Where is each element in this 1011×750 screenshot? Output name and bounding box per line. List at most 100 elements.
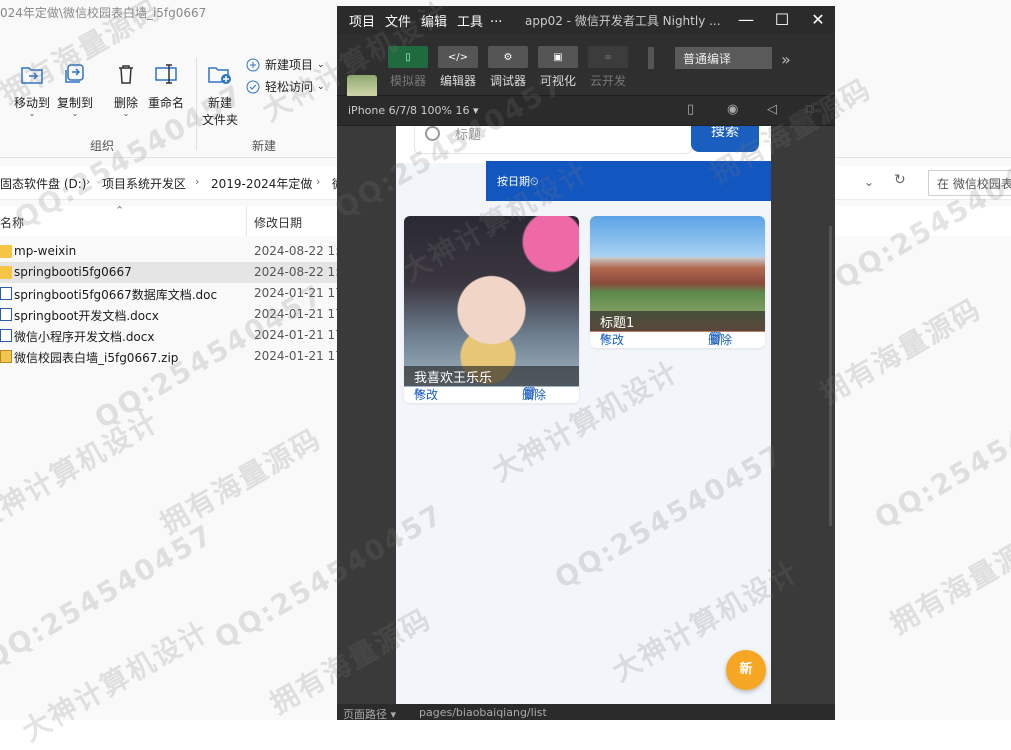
visual-label: 可视化	[539, 74, 576, 88]
rename-icon	[152, 60, 180, 88]
refresh-icon[interactable]: ↻	[894, 172, 906, 188]
simulator-screen: 标题 搜索 按日期⏲ 我喜欢王乐乐 ✎ 修改 🗑 删除 标题1 ✎ 修改 🗑 删…	[396, 126, 771, 704]
ribbon-divider	[196, 58, 197, 150]
file-name: springbooti5fg0667数据库文档.doc	[14, 288, 218, 302]
simulator-margin-left	[337, 126, 396, 704]
devtools-menubar: 项目 文件 编辑 工具 ... app02 - 微信开发者工具 Nightly …	[337, 6, 835, 34]
new-folder-button[interactable]: 新建 文件夹	[202, 60, 238, 128]
zip-archive-icon	[0, 350, 12, 363]
rename-button[interactable]: 重命名	[148, 60, 184, 111]
code-icon: </>	[438, 46, 478, 68]
editor-label: 编辑器	[439, 74, 476, 88]
file-date: 2024-01-21 17	[254, 349, 343, 363]
menu-project[interactable]: 项目	[349, 11, 375, 30]
file-row[interactable]: springbooti5fg0667 2024-08-22 1:	[0, 262, 340, 283]
search-button[interactable]: 搜索	[691, 126, 759, 152]
file-row[interactable]: 微信校园表白墙_i5fg0667.zip 2024-01-21 17	[0, 346, 343, 367]
rename-label: 重命名	[148, 96, 185, 110]
close-icon[interactable]: ✕	[807, 10, 829, 30]
chevron-down-icon: ⌄	[71, 109, 79, 118]
post-card[interactable]: 标题1 ✎ 修改 🗑 删除	[590, 216, 765, 348]
file-date: 2024-01-21 17	[254, 286, 343, 300]
folder-icon	[0, 266, 12, 279]
file-row[interactable]: springboot开发文档.docx 2024-01-21 17	[0, 304, 343, 325]
wechat-devtools-window: 项目 文件 编辑 工具 ... app02 - 微信开发者工具 Nightly …	[337, 6, 835, 721]
new-post-button[interactable]: 新	[726, 650, 766, 690]
chevron-down-icon: ⌄	[317, 59, 325, 70]
window-icon[interactable]: ⧉	[805, 102, 814, 117]
breadcrumb-projects[interactable]: 项目系统开发区	[102, 175, 186, 192]
menu-file[interactable]: 文件	[385, 11, 411, 30]
file-name: 微信校园表白墙_i5fg0667.zip	[14, 351, 179, 365]
sort-up-icon: ⌃	[115, 204, 125, 217]
folder-icon	[0, 245, 12, 258]
column-divider	[246, 206, 247, 236]
visual-button[interactable]: ▣ 可视化	[538, 46, 578, 89]
menu-more[interactable]: ...	[490, 11, 502, 26]
devtools-statusbar: 页面路径 ▾ pages/biaobaiqiang/list	[337, 704, 835, 721]
simulator-button[interactable]: ▯ 模拟器	[388, 46, 428, 89]
move-to-button[interactable]: 移动到 ⌄	[14, 60, 50, 118]
word-doc-icon	[0, 287, 12, 300]
post-card[interactable]: 我喜欢王乐乐 ✎ 修改 🗑 删除	[404, 216, 579, 403]
sort-by-date-button[interactable]: 按日期⏲	[486, 161, 771, 201]
column-name[interactable]: 名称	[0, 214, 24, 231]
file-date: 2024-08-22 1:	[254, 265, 340, 279]
new-item-button[interactable]: 新建项目 ⌄	[245, 56, 325, 73]
breadcrumb-drive[interactable]: 固态软件盘 (D:)	[0, 175, 86, 192]
explorer-title: 024年定做\微信校园表白墙_i5fg0667	[0, 6, 207, 20]
editor-button[interactable]: </> 编辑器	[438, 46, 478, 89]
group-label-organize: 组织	[90, 139, 115, 153]
copy-to-button[interactable]: 复制到 ⌄	[57, 60, 93, 118]
chevron-down-icon: ⌄	[317, 81, 325, 92]
title-search-input[interactable]: 标题	[414, 126, 692, 154]
chevron-down-icon: ⌄	[122, 109, 130, 118]
file-row[interactable]: mp-weixin 2024-08-22 1:	[0, 241, 340, 262]
post-title: 标题1	[590, 311, 765, 331]
breadcrumb-custom[interactable]: 2019-2024年定做	[211, 175, 312, 192]
sort-label: 按日期⏲	[497, 175, 539, 188]
column-date[interactable]: 修改日期	[254, 214, 302, 231]
post-image[interactable]	[404, 216, 579, 387]
search-placeholder: 标题	[455, 128, 482, 143]
simulator-icon: ▯	[388, 46, 428, 68]
menu-tools[interactable]: 工具	[457, 11, 483, 30]
compile-mode-select[interactable]: 普通编译	[675, 47, 772, 69]
simulator-margin-right	[771, 126, 835, 704]
file-row[interactable]: 微信小程序开发文档.docx 2024-01-21 17	[0, 325, 343, 346]
record-icon[interactable]: ◉	[727, 102, 738, 117]
file-date: 2024-01-21 17	[254, 328, 343, 342]
phone-icon[interactable]: ▯	[687, 102, 694, 117]
plus-circle-icon	[245, 57, 261, 73]
new-folder-label-2: 文件夹	[202, 113, 239, 127]
explorer-search-input[interactable]: 在 微信校园表	[928, 170, 1011, 196]
page-path: pages/biaobaiqiang/list	[419, 706, 547, 719]
scrollbar[interactable]	[829, 226, 832, 526]
debug-icon: ⚙	[488, 46, 528, 68]
search-row: 标题 搜索	[396, 126, 771, 163]
maximize-icon[interactable]: ☐	[771, 10, 793, 30]
easy-access-button[interactable]: 轻松访问 ⌄	[245, 78, 325, 95]
cloud-icon: ∞	[588, 46, 628, 68]
post-title: 我喜欢王乐乐	[404, 366, 579, 386]
minimize-icon[interactable]: —	[735, 10, 757, 30]
edit-label: 修改	[414, 388, 439, 402]
delete-label: 删除	[522, 388, 547, 402]
word-doc-icon	[0, 308, 12, 321]
word-doc-icon	[0, 329, 12, 342]
debugger-button[interactable]: ⚙ 调试器	[488, 46, 528, 89]
menu-edit[interactable]: 编辑	[421, 11, 447, 30]
simulator-label: 模拟器	[389, 74, 426, 88]
file-name: 微信小程序开发文档.docx	[14, 330, 155, 344]
double-chevron-right-icon[interactable]: »	[781, 50, 791, 69]
delete-button[interactable]: 删除 ⌄	[112, 60, 140, 118]
chevron-down-icon[interactable]: ⌄	[864, 175, 874, 189]
file-date: 2024-01-21 17	[254, 307, 343, 321]
toolbar-divider	[648, 47, 654, 69]
cloud-dev-button[interactable]: ∞ 云开发	[588, 46, 628, 89]
file-row[interactable]: springbooti5fg0667数据库文档.doc 2024-01-21 1…	[0, 283, 343, 304]
volume-icon[interactable]: ◁	[767, 102, 777, 117]
device-select[interactable]: iPhone 6/7/8 100% 16 ▾	[348, 104, 479, 117]
edit-label: 修改	[600, 333, 625, 347]
trash-icon	[112, 60, 140, 88]
